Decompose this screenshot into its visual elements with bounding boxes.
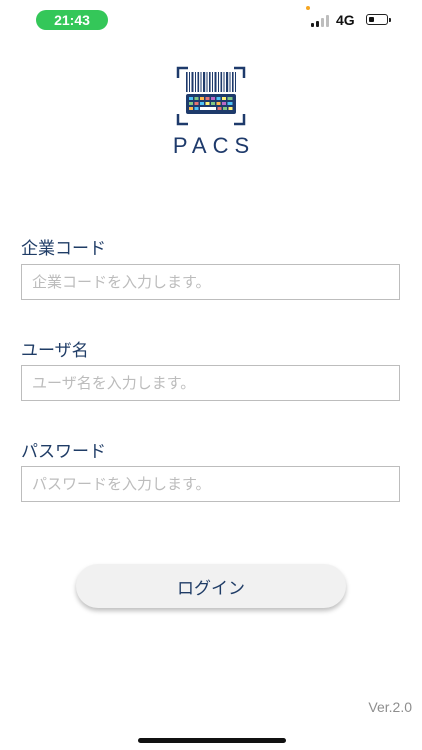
privacy-indicator-dot	[306, 6, 310, 10]
battery-icon	[366, 14, 388, 25]
version-label: Ver.2.0	[368, 699, 412, 715]
home-indicator[interactable]	[138, 738, 286, 743]
signal-strength-icon	[311, 15, 331, 27]
battery-cap	[389, 18, 391, 22]
login-screen: 21:43 4G PACS 企業コード 企業コードを入力します。 ユーザ名 ユー…	[0, 0, 422, 750]
battery-level	[368, 16, 374, 22]
login-button[interactable]: ログイン	[76, 564, 346, 608]
username-input[interactable]	[21, 365, 400, 401]
app-logo-text: PACS	[172, 133, 256, 158]
password-label: パスワード	[21, 442, 106, 462]
company-code-label: 企業コード	[21, 239, 106, 259]
barcode-scanner-icon	[176, 66, 246, 126]
network-type: 4G	[336, 12, 355, 28]
status-time: 21:43	[36, 10, 108, 30]
password-input[interactable]	[21, 466, 400, 502]
company-code-input[interactable]	[21, 264, 400, 300]
username-label: ユーザ名	[21, 341, 89, 361]
